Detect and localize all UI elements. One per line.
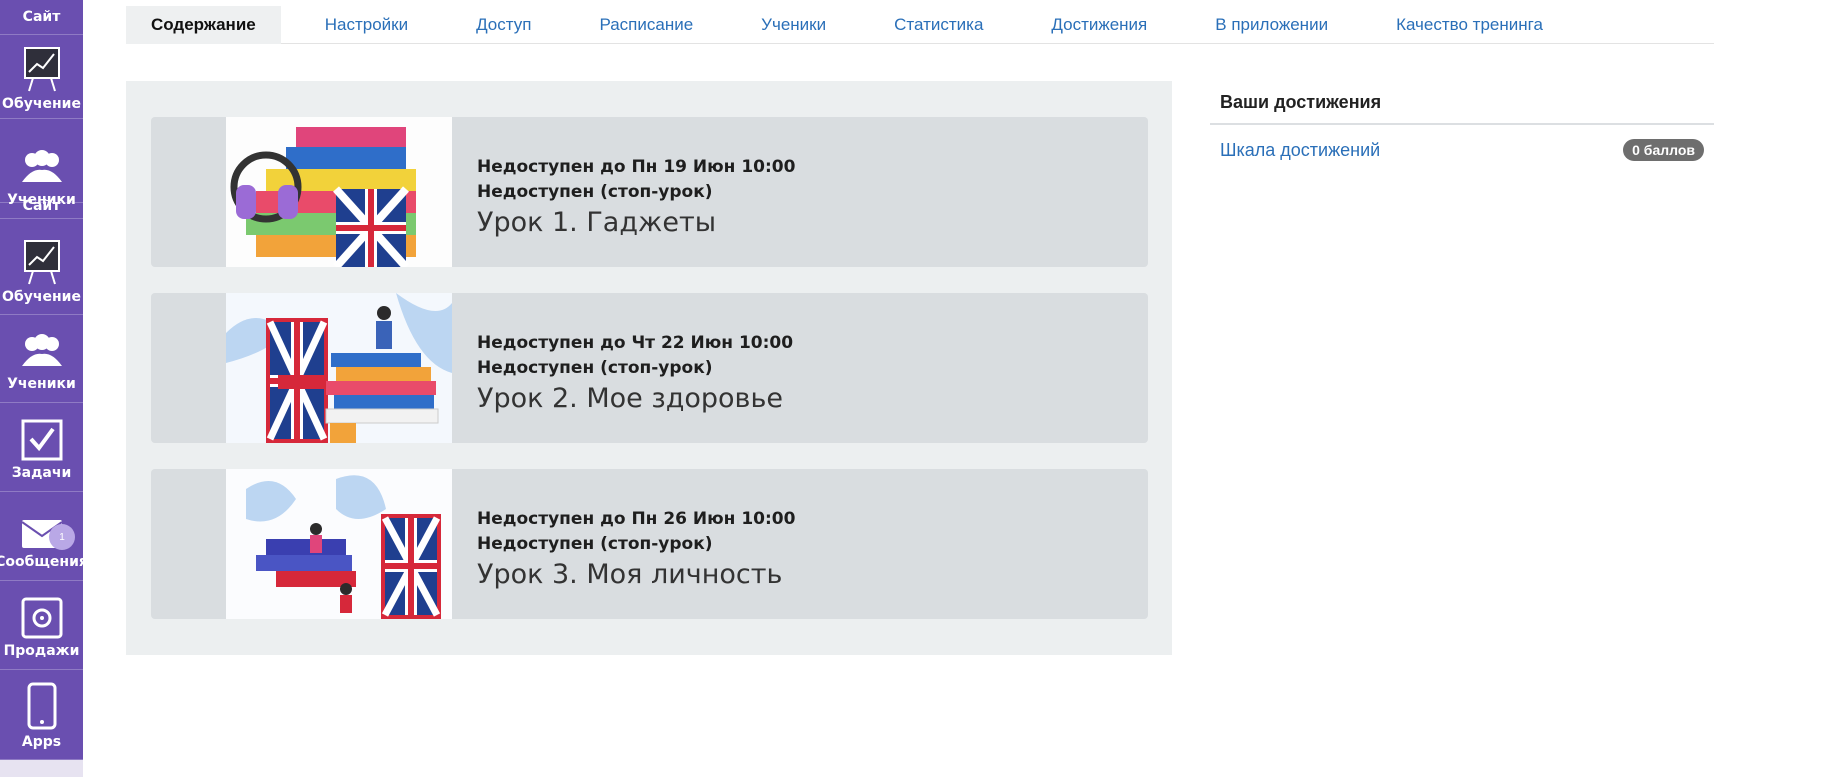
- lesson-title[interactable]: Урок 2. Мое здоровье: [477, 382, 793, 416]
- lesson-card[interactable]: Недоступен до Чт 22 Июн 10:00 Недоступен…: [151, 293, 1148, 443]
- sidebar-item-label: Ученики: [7, 376, 76, 392]
- sidebar-item-label: Обучение: [2, 96, 81, 112]
- achievement-scale-link[interactable]: Шкала достижений: [1220, 140, 1380, 161]
- sidebar-item-apps[interactable]: Apps: [0, 670, 83, 760]
- lesson-availability: Недоступен до Чт 22 Июн 10:00: [477, 333, 794, 353]
- lesson-thumbnail: [226, 117, 452, 267]
- chart-board-icon: [23, 240, 60, 285]
- sidebar-item-sales[interactable]: Продажи: [0, 581, 83, 670]
- sidebar-item-label: Задачи: [11, 465, 72, 481]
- tab-content[interactable]: Содержание: [126, 6, 281, 44]
- lesson-thumbnail: [226, 293, 452, 443]
- sidebar-item-students[interactable]: Ученики: [0, 315, 83, 403]
- phone-icon: [27, 682, 56, 730]
- lesson-thumbnail: [226, 469, 452, 619]
- sidebar-item-learning[interactable]: Обучение: [0, 219, 83, 315]
- sidebar-item-site[interactable]: Сайт: [0, 185, 83, 219]
- lesson-card[interactable]: Недоступен до Пн 19 Июн 10:00 Недоступен…: [151, 117, 1148, 267]
- lesson-title[interactable]: Урок 1. Гаджеты: [477, 206, 795, 240]
- sidebar: Сайт Обучение Ученики Сайт Обучение Учен…: [0, 0, 83, 777]
- safe-icon: [21, 597, 62, 639]
- lesson-3-image: [226, 469, 452, 619]
- lesson-stop-status: Недоступен (стоп-урок): [477, 534, 713, 554]
- sidebar-item-messages[interactable]: 1 Сообщения: [0, 492, 83, 581]
- tab-access[interactable]: Доступ: [442, 6, 565, 44]
- lesson-availability: Недоступен до Пн 19 Июн 10:00: [477, 157, 796, 177]
- lesson-stop-status: Недоступен (стоп-урок): [477, 358, 713, 378]
- sidebar-item-label: Продажи: [3, 643, 80, 659]
- sidebar-item-label: Сайт: [22, 198, 61, 214]
- chart-board-icon: [23, 47, 60, 92]
- lessons-panel: Недоступен до Пн 19 Июн 10:00 Недоступен…: [126, 81, 1172, 655]
- sidebar-footer: [0, 760, 83, 777]
- lesson-1-image: [226, 117, 452, 267]
- sidebar-item-learning[interactable]: Обучение: [0, 35, 83, 119]
- lesson-stop-status: Недоступен (стоп-урок): [477, 182, 713, 202]
- course-tabs: Содержание Настройки Доступ Расписание У…: [126, 6, 1714, 44]
- users-icon: [21, 334, 62, 366]
- tab-in-app[interactable]: В приложении: [1181, 6, 1362, 44]
- lesson-title[interactable]: Урок 3. Моя личность: [477, 558, 795, 592]
- sidebar-item-site[interactable]: Сайт: [0, 0, 83, 35]
- tab-schedule[interactable]: Расписание: [565, 6, 727, 44]
- tab-achievements[interactable]: Достижения: [1017, 6, 1181, 44]
- achievements-row: Шкала достижений 0 баллов: [1210, 125, 1714, 175]
- tab-statistics[interactable]: Статистика: [860, 6, 1017, 44]
- points-badge: 0 баллов: [1623, 139, 1704, 161]
- tab-training-quality[interactable]: Качество тренинга: [1362, 6, 1543, 44]
- sidebar-item-tasks[interactable]: Задачи: [0, 403, 83, 492]
- lesson-2-image: [226, 293, 452, 443]
- tab-settings[interactable]: Настройки: [281, 6, 442, 44]
- achievements-widget: Ваши достижения Шкала достижений 0 балло…: [1210, 86, 1714, 175]
- sidebar-item-label: Обучение: [2, 289, 81, 305]
- lesson-card[interactable]: Недоступен до Пн 26 Июн 10:00 Недоступен…: [151, 469, 1148, 619]
- tab-students[interactable]: Ученики: [727, 6, 860, 44]
- messages-count-badge: 1: [49, 524, 75, 550]
- sidebar-item-label: Сайт: [22, 9, 61, 25]
- sidebar-item-label: Сообщения: [0, 554, 83, 570]
- lesson-availability: Недоступен до Пн 26 Июн 10:00: [477, 509, 796, 529]
- sidebar-item-label: Apps: [21, 734, 62, 750]
- checkbox-icon: [21, 419, 62, 461]
- users-icon: [21, 150, 62, 182]
- achievements-heading: Ваши достижения: [1210, 86, 1714, 125]
